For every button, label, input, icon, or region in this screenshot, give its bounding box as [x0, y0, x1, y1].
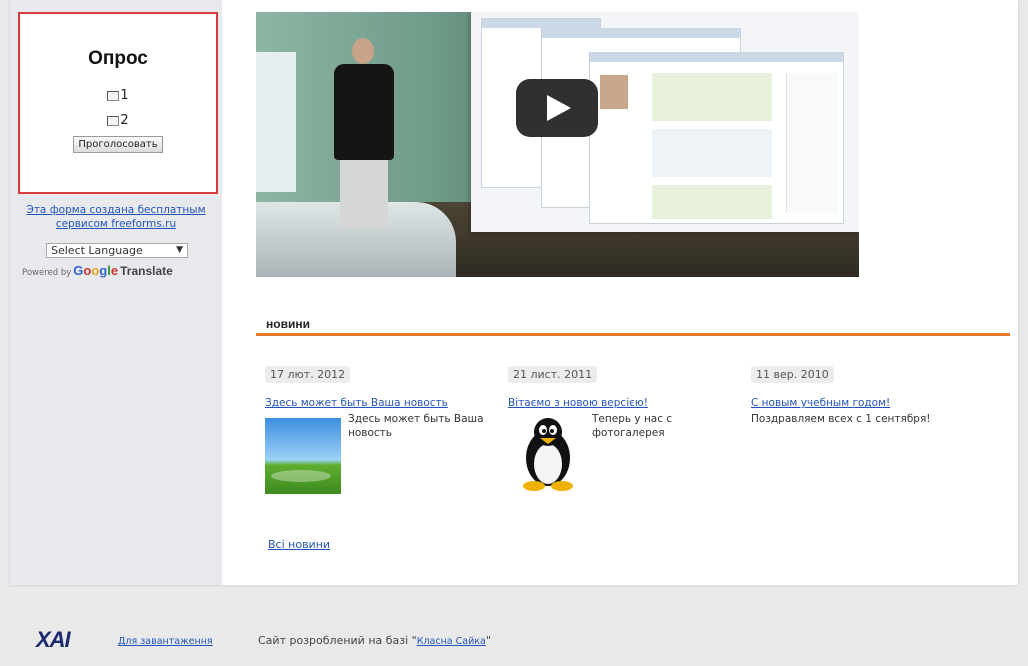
google-logo: Google [73, 263, 119, 278]
footer: ХАІ Для завантаження Сайт розроблений на… [10, 612, 1018, 666]
video-frame-person-body [334, 64, 394, 160]
footer-credit: Сайт розроблений на базі "Класна Сайка" [258, 634, 491, 647]
radio-icon[interactable] [107, 90, 120, 101]
poll-option-1[interactable]: 1 [20, 88, 216, 103]
news-text: Теперь у нас с фотогалерея [592, 413, 673, 439]
news-title-link[interactable]: С новым учебным годом! [751, 397, 986, 409]
news-title-link[interactable]: Здесь может быть Ваша новость [265, 397, 500, 409]
footer-credit-suffix: " [485, 634, 491, 647]
language-select[interactable]: Select Language ▼ [46, 243, 188, 258]
news-text: Здесь может быть Ваша новость [348, 413, 484, 439]
poll-title: Опрос [88, 48, 148, 69]
video-frame-person-head [352, 38, 374, 64]
radio-icon[interactable] [107, 115, 120, 126]
overlay-row [652, 129, 772, 177]
video-frame-window [256, 52, 296, 192]
google-translate-credit: Powered by Google Translate [22, 263, 173, 278]
news-text: Поздравляем всех с 1 сентября! [751, 413, 931, 425]
video-frame-person-legs [340, 158, 388, 228]
overlay-panel [589, 52, 844, 224]
poll-widget: Опрос 1 2 Проголосовать [18, 12, 218, 194]
news-date: 11 вер. 2010 [751, 366, 834, 383]
news-thumbnail[interactable] [265, 418, 341, 494]
news-title-link[interactable]: Вітаємо з новою версією! [508, 397, 743, 409]
news-date: 21 лист. 2011 [508, 366, 598, 383]
news-item: 17 лют. 2012 Здесь может быть Ваша новос… [265, 363, 500, 494]
video-player[interactable] [256, 12, 859, 277]
play-icon[interactable] [516, 79, 598, 137]
overlay-row [652, 73, 772, 121]
vote-button[interactable]: Проголосовать [73, 136, 163, 153]
overlay-row [652, 185, 772, 219]
language-select-value: Select Language [51, 244, 143, 257]
footer-credit-prefix: Сайт розроблений на базі " [258, 634, 417, 647]
tux-penguin-icon[interactable] [508, 412, 588, 492]
poll-option-label: 2 [120, 113, 129, 128]
avatar [600, 75, 628, 109]
news-item: 21 лист. 2011 Вітаємо з новою версією! Т… [508, 363, 743, 492]
poll-option-label: 1 [120, 88, 129, 103]
translate-label: Translate [120, 264, 173, 278]
page: Опрос 1 2 Проголосовать Эта форма создан… [0, 0, 1028, 666]
poll-option-2[interactable]: 2 [20, 113, 216, 128]
all-news-link[interactable]: Всі новини [268, 538, 330, 551]
news-item: 11 вер. 2010 С новым учебным годом! Позд… [751, 363, 986, 426]
freeforms-link[interactable]: Эта форма создана бесплатным сервисом fr… [14, 203, 218, 231]
footer-link[interactable]: Для завантаження [118, 636, 213, 647]
chevron-down-icon: ▼ [176, 245, 183, 255]
footer-logo[interactable]: ХАІ [36, 627, 71, 653]
powered-by-label: Powered by [22, 268, 72, 278]
footer-credit-link[interactable]: Класна Сайка [417, 636, 486, 647]
overlay-sidebar [786, 73, 838, 213]
news-divider [256, 333, 1010, 336]
news-heading: новини [266, 317, 310, 331]
news-date: 17 лют. 2012 [265, 366, 351, 383]
